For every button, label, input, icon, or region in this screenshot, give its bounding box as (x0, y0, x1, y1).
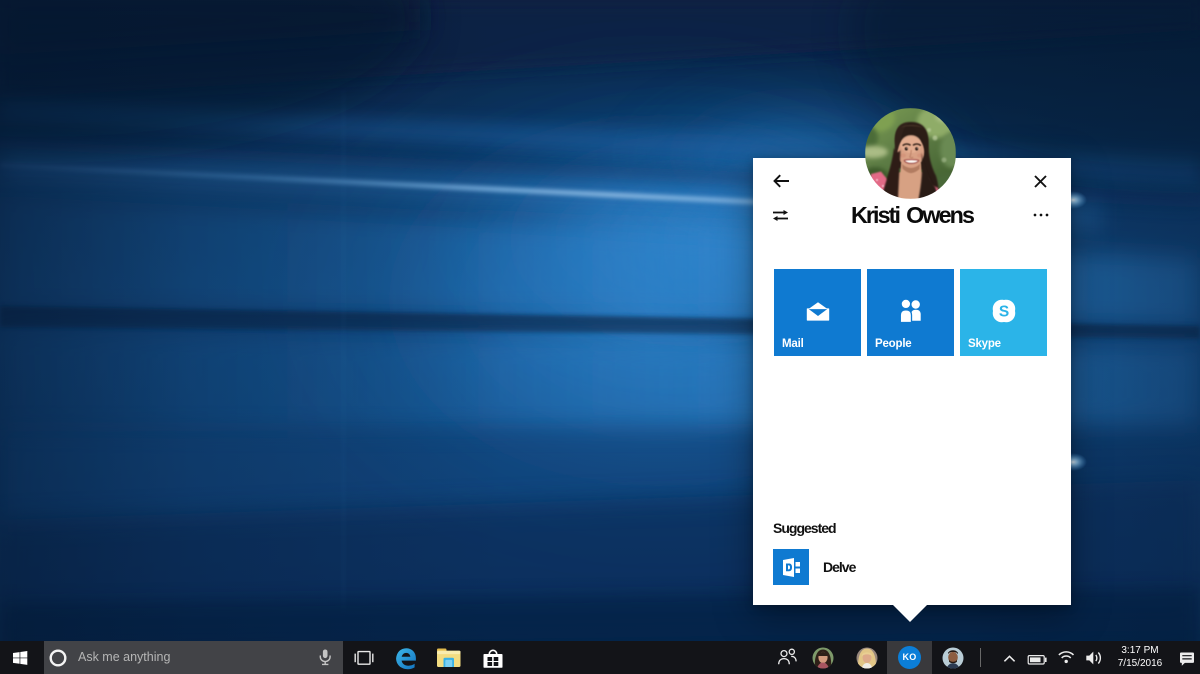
svg-text:S: S (998, 303, 1008, 320)
